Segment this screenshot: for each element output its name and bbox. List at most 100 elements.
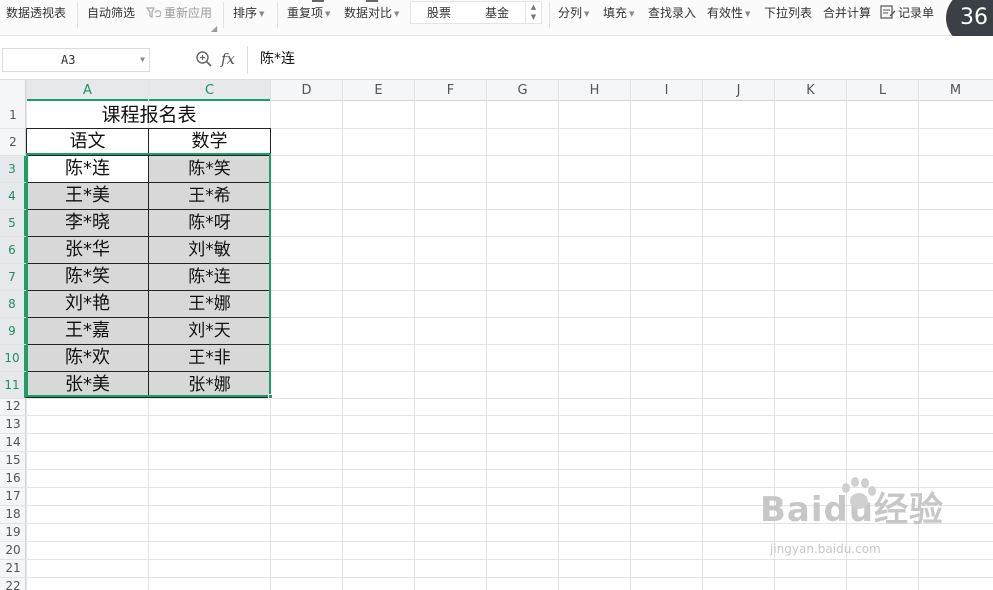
row-header-5[interactable]: 5 — [0, 210, 26, 236]
column-header-k[interactable]: K — [775, 80, 846, 101]
border-line — [26, 128, 271, 129]
border-line — [26, 290, 271, 291]
row-header-4[interactable]: 4 — [0, 183, 26, 209]
cell-chinese[interactable]: 王*嘉 — [27, 318, 148, 344]
sort-label: 排序 — [233, 6, 258, 20]
row-header-16[interactable]: 16 — [0, 470, 26, 487]
column-header-f[interactable]: F — [415, 80, 486, 101]
header-cell-math[interactable]: 数学 — [149, 129, 270, 154]
gridline-horizontal — [0, 559, 993, 560]
zoom-in-icon[interactable] — [195, 50, 213, 68]
cell-math[interactable]: 王*非 — [149, 345, 270, 371]
fill-button[interactable]: 填充 ▼ — [603, 0, 634, 28]
fill-handle[interactable] — [268, 394, 273, 399]
row-header-11[interactable]: 11 — [0, 372, 26, 398]
split-columns-button[interactable]: 分列 ▼ — [558, 0, 589, 28]
gallery-scroll[interactable]: ▲ ▼ — [525, 2, 541, 23]
fund-button[interactable]: 基金 — [485, 0, 509, 28]
gridline-horizontal — [0, 415, 993, 416]
record-form-button[interactable]: 记录单 — [880, 0, 934, 28]
cell-math[interactable]: 张*娜 — [149, 372, 270, 398]
row-header-2[interactable]: 2 — [0, 129, 26, 155]
column-header-e[interactable]: E — [343, 80, 414, 101]
column-header-d[interactable]: D — [271, 80, 342, 101]
border-line — [26, 371, 271, 372]
row-header-6[interactable]: 6 — [0, 237, 26, 263]
autofilter-label: 自动筛选 — [87, 6, 136, 20]
sheet-title-cell[interactable]: 课程报名表 — [27, 102, 271, 128]
cell-math[interactable]: 刘*敏 — [149, 237, 270, 263]
row-header-3[interactable]: 3 — [0, 156, 26, 182]
border-line — [26, 344, 271, 345]
pivot-table-button[interactable]: 数据透视表 — [6, 0, 66, 28]
pivot-table-label: 数据透视表 — [6, 6, 67, 20]
row-header-20[interactable]: 20 — [0, 542, 26, 559]
cell-math[interactable]: 陈*呀 — [149, 210, 270, 236]
cell-chinese[interactable]: 李*晓 — [27, 210, 148, 236]
reapply-button[interactable]: 重新应用 — [145, 0, 212, 28]
row-header-7[interactable]: 7 — [0, 264, 26, 290]
cell-chinese[interactable]: 张*华 — [27, 237, 148, 263]
column-header-a[interactable]: A — [27, 80, 148, 101]
data-compare-button[interactable]: 数据对比 ▼ — [344, 0, 399, 28]
cell-chinese[interactable]: 张*美 — [27, 372, 148, 398]
row-header-13[interactable]: 13 — [0, 416, 26, 433]
border-line — [26, 182, 271, 183]
row-header-19[interactable]: 19 — [0, 524, 26, 541]
divider — [549, 2, 550, 28]
row-header-1[interactable]: 1 — [0, 102, 26, 128]
autofilter-button[interactable]: 自动筛选 — [87, 0, 135, 28]
column-header-m[interactable]: M — [919, 80, 992, 101]
cell-math[interactable]: 陈*笑 — [149, 156, 270, 182]
cell-chinese[interactable]: 王*美 — [27, 183, 148, 209]
insert-function-button[interactable]: fx — [221, 50, 235, 68]
column-header-j[interactable]: J — [703, 80, 774, 101]
dialog-launcher-icon[interactable]: ◢ — [211, 24, 217, 33]
validity-button[interactable]: 有效性 ▼ — [707, 0, 750, 28]
row-header-8[interactable]: 8 — [0, 291, 26, 317]
cell-chinese[interactable]: 刘*艳 — [27, 291, 148, 317]
cell-chinese[interactable]: 陈*欢 — [27, 345, 148, 371]
cell-chinese[interactable]: 陈*笑 — [27, 264, 148, 290]
row-header-15[interactable]: 15 — [0, 452, 26, 469]
row-header-22[interactable]: 22 — [0, 578, 26, 590]
column-header-g[interactable]: G — [487, 80, 558, 101]
chevron-down-icon: ▼ — [530, 13, 537, 21]
column-header-h[interactable]: H — [559, 80, 630, 101]
cell-chinese[interactable]: 陈*连 — [27, 156, 148, 182]
column-header-c[interactable]: C — [149, 80, 270, 101]
column-header-i[interactable]: I — [631, 80, 702, 101]
header-cell-chinese[interactable]: 语文 — [27, 129, 148, 154]
dropdown-list-button[interactable]: 下拉列表 — [764, 0, 812, 28]
reapply-icon — [145, 7, 162, 18]
formula-value: 陈*连 — [260, 51, 295, 67]
row-header-14[interactable]: 14 — [0, 434, 26, 451]
fx-label: fx — [221, 50, 236, 68]
formula-input[interactable]: 陈*连 — [247, 46, 993, 74]
stock-fund-gallery: 股票 基金 ▲ ▼ — [410, 1, 542, 24]
gridline-vertical — [342, 80, 343, 590]
lookup-entry-button[interactable]: 查找录入 — [648, 0, 696, 28]
paw-logo-icon — [842, 477, 876, 509]
row-header-10[interactable]: 10 — [0, 345, 26, 371]
cell-math[interactable]: 王*娜 — [149, 291, 270, 317]
row-header-12[interactable]: 12 — [0, 398, 26, 415]
row-header-9[interactable]: 9 — [0, 318, 26, 344]
chevron-down-icon[interactable]: ▼ — [140, 49, 145, 71]
consolidate-button[interactable]: 合并计算 — [823, 0, 871, 28]
cell-math[interactable]: 陈*连 — [149, 264, 270, 290]
row-header-21[interactable]: 21 — [0, 560, 26, 577]
name-box[interactable]: A3 ▼ — [2, 48, 150, 72]
duplicates-button[interactable]: 重复项 ▼ — [287, 0, 330, 28]
sort-button[interactable]: 排序 ▼ — [233, 0, 264, 28]
column-header-l[interactable]: L — [847, 80, 918, 101]
row-header-17[interactable]: 17 — [0, 488, 26, 505]
baidu-watermark: Baidu经验 jingyan.baidu.com — [760, 477, 944, 556]
row-header-18[interactable]: 18 — [0, 506, 26, 523]
stock-button[interactable]: 股票 — [427, 0, 451, 28]
chevron-down-icon: ▼ — [745, 10, 751, 18]
cell-math[interactable]: 刘*天 — [149, 318, 270, 344]
cell-math[interactable]: 王*希 — [149, 183, 270, 209]
split-columns-label: 分列 — [558, 6, 583, 20]
gridline-vertical — [486, 80, 487, 590]
